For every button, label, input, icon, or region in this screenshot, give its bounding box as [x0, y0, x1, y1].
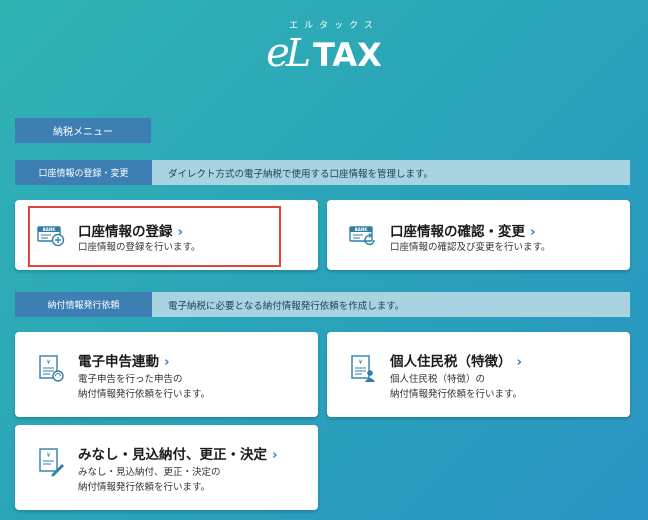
card-title-text: 電子申告連動	[78, 354, 159, 370]
document-person-icon: ¥	[349, 354, 377, 388]
logo-l: L	[285, 31, 312, 75]
card-title-text: 個人住民税（特徴）	[390, 354, 512, 370]
card-title-text: 口座情報の確認・変更	[390, 224, 525, 240]
svg-text:BANK: BANK	[43, 227, 56, 232]
section-desc-account: ダイレクト方式の電子納税で使用する口座情報を管理します。	[168, 168, 434, 180]
card-individual-resident-tax[interactable]: ¥ 個人住民税（特徴） › 個人住民税（特徴）の 納付情報発行依頼を行います。	[327, 332, 630, 417]
card-title-account-register[interactable]: 口座情報の登録 ›	[78, 220, 183, 240]
card-desc-electronic-filing-1: 電子申告を行った申告の	[78, 374, 183, 385]
chevron-right-icon: ›	[177, 224, 184, 240]
document-sync-icon: ¥	[37, 354, 65, 388]
svg-text:¥: ¥	[47, 452, 51, 459]
section-bar-payment-info: 納付情報発行依頼 電子納税に必要となる納付情報発行依頼を作成します。	[15, 292, 630, 317]
card-title-text: みなし・見込納付、更正・決定	[78, 447, 267, 463]
logo-tax: TAX	[313, 36, 382, 74]
bank-refresh-icon: BANK	[349, 222, 377, 252]
card-title-electronic-filing[interactable]: 電子申告連動 ›	[78, 350, 170, 370]
tax-menu-label: 納税メニュー	[15, 118, 151, 143]
card-deemed-estimated-payment[interactable]: ¥ みなし・見込納付、更正・決定 › みなし・見込納付、更正・決定の 納付情報発行…	[15, 425, 318, 510]
card-desc-account-register: 口座情報の登録を行います。	[78, 242, 201, 253]
card-desc-account-confirm: 口座情報の確認及び変更を行います。	[390, 242, 551, 253]
card-desc-deemed-payment-2: 納付情報発行依頼を行います。	[78, 482, 211, 493]
card-desc-resident-tax-2: 納付情報発行依頼を行います。	[390, 389, 523, 400]
chevron-right-icon: ›	[530, 224, 536, 240]
card-title-resident-tax[interactable]: 個人住民税（特徴） ›	[390, 350, 522, 370]
section-title-payment-info: 納付情報発行依頼	[15, 292, 152, 317]
svg-text:¥: ¥	[47, 359, 51, 366]
document-edit-icon: ¥	[37, 447, 65, 481]
svg-text:BANK: BANK	[355, 227, 368, 232]
card-title-text: 口座情報の登録	[78, 224, 173, 240]
chevron-right-icon: ›	[516, 354, 523, 370]
bank-add-icon: BANK	[37, 222, 65, 252]
card-account-confirm-change[interactable]: BANK 口座情報の確認・変更 › 口座情報の確認及び変更を行います。	[327, 200, 630, 270]
card-title-account-confirm[interactable]: 口座情報の確認・変更 ›	[390, 220, 536, 240]
section-bar-account: 口座情報の登録・変更 ダイレクト方式の電子納税で使用する口座情報を管理します。	[15, 160, 630, 185]
card-electronic-filing-link[interactable]: ¥ 電子申告連動 › 電子申告を行った申告の 納付情報発行依頼を行います。	[15, 332, 318, 417]
eltax-logo: エルタックス eLTAX	[0, 18, 648, 76]
svg-text:¥: ¥	[359, 359, 363, 366]
section-title-account: 口座情報の登録・変更	[15, 160, 152, 185]
card-desc-deemed-payment-1: みなし・見込納付、更正・決定の	[78, 467, 221, 478]
chevron-right-icon: ›	[164, 354, 170, 370]
logo-kana: エルタックス	[289, 21, 379, 31]
card-desc-electronic-filing-2: 納付情報発行依頼を行います。	[78, 389, 211, 400]
card-account-register[interactable]: BANK 口座情報の登録 › 口座情報の登録を行います。	[15, 200, 318, 270]
section-desc-payment-info: 電子納税に必要となる納付情報発行依頼を作成します。	[168, 300, 405, 312]
card-title-deemed-payment[interactable]: みなし・見込納付、更正・決定 ›	[78, 443, 278, 463]
chevron-right-icon: ›	[272, 447, 278, 463]
card-desc-resident-tax-1: 個人住民税（特徴）の	[390, 374, 486, 385]
